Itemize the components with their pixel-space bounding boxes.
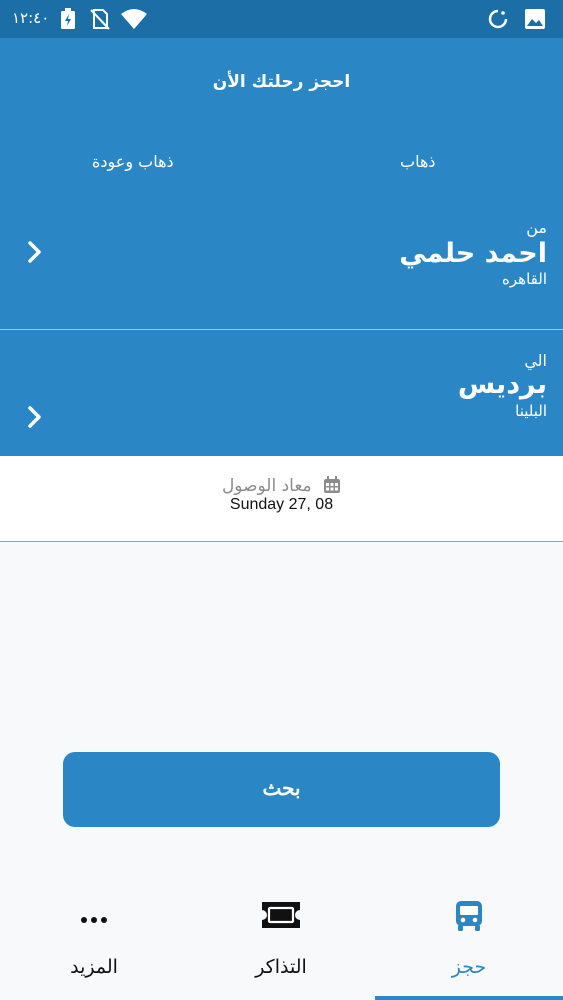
arrival-date-label-row: معاد الوصول xyxy=(0,476,563,496)
to-label: الي xyxy=(524,351,547,370)
active-tab-indicator xyxy=(375,996,563,1000)
nav-item-book[interactable]: حجز xyxy=(375,880,563,1000)
search-button[interactable]: بحث xyxy=(63,752,500,827)
from-label: من xyxy=(526,218,547,237)
nav-item-tickets[interactable]: التذاكر xyxy=(187,880,375,1000)
arrival-date-label: معاد الوصول xyxy=(221,476,312,496)
calendar-icon xyxy=(324,476,341,493)
to-city: البلينا xyxy=(515,402,547,420)
bus-icon xyxy=(456,901,482,931)
nav-label-more: المزيد xyxy=(70,956,118,978)
status-time: ١٢:٤٠ xyxy=(12,9,50,27)
from-station-name: احمد حلمي xyxy=(399,238,547,269)
status-bar: ١٢:٤٠ xyxy=(0,0,563,38)
to-station-name: برديس xyxy=(457,369,547,400)
nav-label-book: حجز xyxy=(451,956,487,978)
chevron-right-icon[interactable] xyxy=(26,240,44,264)
from-city: القاهره xyxy=(502,270,547,288)
more-dots-icon xyxy=(81,917,107,923)
trip-option-one-way[interactable]: ذهاب xyxy=(400,152,436,171)
trip-option-round-trip[interactable]: ذهاب وعودة xyxy=(92,152,174,171)
from-location-row[interactable]: من احمد حلمي القاهره xyxy=(0,198,563,330)
ticket-icon xyxy=(262,902,300,928)
arrival-date-value: Sunday 27, 08 xyxy=(229,496,334,513)
page-title: احجز رحلتك الأن xyxy=(212,72,351,92)
to-location-row[interactable]: الي برديس البلينا xyxy=(0,331,563,463)
booking-header: احجز رحلتك الأن ذهاب ذهاب وعودة من احمد … xyxy=(0,38,563,456)
arrival-date-picker[interactable]: معاد الوصول Sunday 27, 08 xyxy=(0,456,563,542)
chevron-right-icon[interactable] xyxy=(26,405,44,429)
loading-icon xyxy=(488,9,508,29)
image-icon xyxy=(525,9,545,29)
no-sim-icon xyxy=(90,9,110,30)
bottom-navigation: حجز التذاكر المزيد xyxy=(0,880,563,1000)
nav-label-tickets: التذاكر xyxy=(255,956,307,978)
nav-item-more[interactable]: المزيد xyxy=(0,880,188,1000)
wifi-icon xyxy=(121,9,147,29)
battery-charging-icon xyxy=(61,8,75,29)
